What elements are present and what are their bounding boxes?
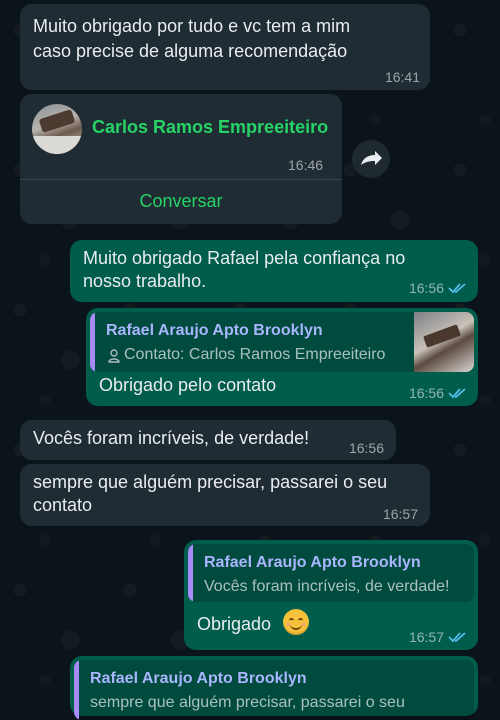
incoming-message[interactable]: sempre que alguém precisar, passarei o s…	[20, 464, 430, 526]
person-icon	[108, 349, 120, 363]
quote-text: Contato: Carlos Ramos Empreeiteiro	[124, 346, 386, 363]
outgoing-message[interactable]: Rafael Araujo Apto Brooklyn Vocês foram …	[184, 540, 478, 650]
quote-thumbnail	[414, 312, 474, 372]
quoted-message[interactable]: Rafael Araujo Apto Brooklyn Vocês foram …	[188, 544, 474, 602]
message-text: nosso trabalho.	[83, 271, 207, 291]
conversar-button[interactable]: Conversar	[20, 191, 342, 212]
quoted-message[interactable]: Rafael Araujo Apto Brooklyn sempre que a…	[74, 660, 474, 720]
message-text: sempre que alguém precisar, passarei o s…	[33, 472, 388, 492]
contact-card-message[interactable]: Carlos Ramos Empreeiteiro 16:46 Conversa…	[20, 94, 342, 224]
contact-avatar	[32, 104, 82, 154]
quote-text: sempre que alguém precisar, passarei o s…	[90, 694, 405, 711]
outgoing-message[interactable]: Rafael Araujo Apto Brooklyn sempre que a…	[70, 656, 478, 720]
double-check-icon	[448, 283, 466, 294]
quote-text: Vocês foram incríveis, de verdade!	[204, 578, 450, 595]
message-time: 16:56	[348, 440, 384, 456]
message-text: Muito obrigado Rafael pela confiança no	[83, 248, 406, 268]
quote-bar	[188, 544, 193, 602]
message-time: 16:41	[384, 69, 420, 85]
message-text: Vocês foram incríveis, de verdade!	[33, 428, 310, 448]
double-check-icon	[448, 632, 466, 643]
quote-author: Rafael Araujo Apto Brooklyn	[106, 322, 323, 339]
card-divider	[20, 179, 342, 180]
message-time: 16:57	[382, 506, 418, 522]
incoming-message[interactable]: Vocês foram incríveis, de verdade! 16:56	[20, 420, 396, 460]
quoted-message[interactable]: Rafael Araujo Apto Brooklyn Contato: Car…	[90, 312, 474, 372]
contact-name[interactable]: Carlos Ramos Empreeiteiro	[92, 117, 328, 138]
message-time: 16:56	[408, 280, 444, 296]
incoming-message[interactable]: Muito obrigado por tudo e vc tem a mim c…	[20, 4, 430, 90]
quote-author: Rafael Araujo Apto Brooklyn	[90, 670, 307, 687]
outgoing-message[interactable]: Rafael Araujo Apto Brooklyn Contato: Car…	[86, 308, 478, 406]
smiling-face-emoji-icon	[283, 609, 309, 635]
forward-icon[interactable]	[352, 140, 390, 178]
quote-author: Rafael Araujo Apto Brooklyn	[204, 554, 421, 571]
message-text: caso precise de alguma recomendação	[33, 41, 348, 61]
outgoing-message[interactable]: Muito obrigado Rafael pela confiança no …	[70, 240, 478, 302]
double-check-icon	[448, 388, 466, 399]
message-text: Obrigado	[197, 614, 272, 634]
quote-bar	[74, 660, 79, 720]
message-time: 16:46	[288, 157, 324, 173]
message-time: 16:57	[408, 629, 444, 645]
quote-bar	[90, 312, 95, 372]
message-text: contato	[33, 495, 93, 515]
message-text: Obrigado pelo contato	[99, 375, 277, 395]
message-text: Muito obrigado por tudo e vc tem a mim	[33, 16, 351, 36]
message-time: 16:56	[408, 385, 444, 401]
